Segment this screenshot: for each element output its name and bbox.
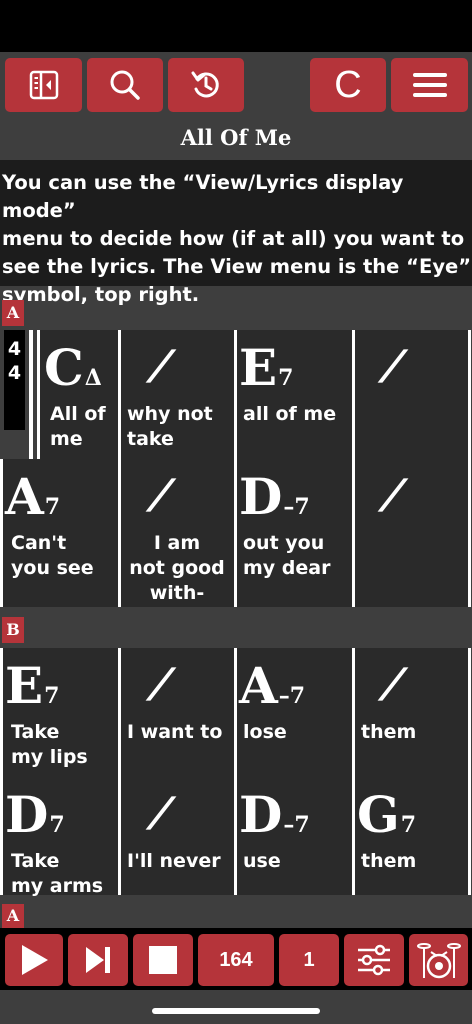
chord-row-3: E7 Take my lips ⁄ I want to A–7 lose ⁄ t… bbox=[0, 648, 472, 796]
measure[interactable]: D7 Take my arms bbox=[3, 777, 118, 897]
barline bbox=[468, 648, 471, 796]
time-signature-top: 4 bbox=[7, 338, 22, 360]
lyric-text: All of me bbox=[50, 403, 106, 450]
measure[interactable]: E7 all of me bbox=[237, 330, 352, 478]
lyric-text: use bbox=[243, 850, 281, 872]
measure[interactable]: ⁄ them bbox=[355, 648, 468, 796]
repeat-measure-icon: ⁄ bbox=[384, 660, 401, 711]
chord-symbol: D–7 bbox=[239, 467, 310, 526]
lyric-text: Take my arms bbox=[11, 850, 104, 897]
chord-row-1: 4 4 CΔ All of me ⁄ why not take E7 all o… bbox=[0, 330, 472, 478]
measure[interactable]: CΔ All of me bbox=[40, 330, 118, 478]
measure[interactable]: E7 Take my lips bbox=[3, 648, 118, 796]
lyric-text: Can't you see bbox=[11, 532, 94, 579]
lyric-text: why not take bbox=[127, 403, 213, 450]
mixer-sliders-icon bbox=[358, 944, 390, 976]
hamburger-menu-icon bbox=[412, 73, 447, 97]
song-title[interactable]: All Of Me bbox=[0, 122, 472, 154]
section-marker-b: B bbox=[2, 617, 24, 643]
home-indicator bbox=[152, 1008, 320, 1014]
barline bbox=[468, 777, 471, 895]
measure[interactable]: ⁄ bbox=[355, 459, 468, 607]
drumkit-button[interactable] bbox=[409, 934, 468, 986]
chord-symbol: E7 bbox=[5, 656, 60, 715]
play-icon bbox=[22, 945, 48, 975]
repeat-measure-icon: ⁄ bbox=[384, 342, 401, 393]
menu-button[interactable] bbox=[391, 58, 468, 112]
lyric-text: all of me bbox=[243, 403, 337, 425]
chord-symbol: D–7 bbox=[239, 785, 310, 844]
barline-double bbox=[29, 330, 33, 478]
measure[interactable]: D–7 use bbox=[237, 777, 352, 895]
app-screen: C All Of Me You can use the “View/Lyrics… bbox=[0, 52, 472, 1024]
status-bar bbox=[0, 0, 472, 52]
chord-row-4: D7 Take my arms ⁄ I'll never D–7 use G7 … bbox=[0, 777, 472, 897]
section-marker-a-2: A bbox=[2, 904, 24, 928]
lyric-text: I am not good with- bbox=[129, 532, 225, 604]
info-note: You can use the “View/Lyrics display mod… bbox=[0, 160, 472, 306]
lyric-text: them bbox=[361, 850, 417, 872]
lyric-text: I want to bbox=[127, 721, 223, 743]
chord-symbol: A–7 bbox=[239, 656, 306, 715]
key-button[interactable]: C bbox=[310, 58, 386, 112]
tempo-button[interactable]: 164 bbox=[198, 934, 274, 986]
stop-icon bbox=[149, 946, 177, 974]
sidebar-toggle-icon bbox=[29, 70, 58, 100]
time-signature-bottom: 4 bbox=[7, 362, 22, 384]
section-marker-a: A bbox=[2, 300, 24, 326]
skip-next-icon bbox=[86, 947, 110, 973]
transport-bar: 164 1 bbox=[0, 928, 472, 990]
lyric-text: them bbox=[361, 721, 417, 743]
time-signature: 4 4 bbox=[4, 330, 25, 430]
barline bbox=[468, 459, 471, 607]
lyric-text: Take my lips bbox=[11, 721, 88, 768]
key-c-icon: C bbox=[334, 63, 362, 106]
undo-icon bbox=[191, 71, 219, 98]
repeat-measure-icon: ⁄ bbox=[152, 342, 169, 393]
count-button[interactable]: 1 bbox=[279, 934, 339, 986]
chord-symbol: G7 bbox=[357, 785, 417, 844]
measure[interactable]: ⁄ bbox=[355, 330, 468, 478]
drumkit-icon bbox=[416, 943, 461, 979]
stop-button[interactable] bbox=[133, 934, 193, 986]
measure[interactable]: ⁄ I am not good with- bbox=[121, 459, 234, 607]
measure[interactable]: A–7 lose bbox=[237, 648, 352, 796]
repeat-measure-icon: ⁄ bbox=[152, 789, 169, 840]
chord-symbol: A7 bbox=[5, 467, 61, 526]
measure[interactable]: ⁄ why not take bbox=[121, 330, 234, 478]
measure[interactable]: ⁄ I'll never bbox=[121, 777, 234, 895]
lyric-text: out you my dear bbox=[243, 532, 331, 579]
chord-symbol: CΔ bbox=[44, 338, 102, 397]
measure[interactable]: A7 Can't you see bbox=[3, 459, 118, 607]
chord-symbol: D7 bbox=[5, 785, 65, 844]
barline bbox=[468, 330, 471, 478]
top-toolbar: C bbox=[0, 52, 472, 118]
measure[interactable]: G7 them bbox=[355, 777, 468, 895]
sidebar-toggle-button[interactable] bbox=[5, 58, 82, 112]
info-note-text: You can use the “View/Lyrics display mod… bbox=[2, 171, 472, 306]
repeat-measure-icon: ⁄ bbox=[152, 471, 169, 522]
measure[interactable]: ⁄ I want to bbox=[121, 648, 234, 796]
play-button[interactable] bbox=[5, 934, 63, 986]
lyric-text: I'll never bbox=[127, 850, 221, 872]
chord-symbol: E7 bbox=[239, 338, 294, 397]
chord-row-2: A7 Can't you see ⁄ I am not good with- D… bbox=[0, 459, 472, 607]
undo-button[interactable] bbox=[168, 58, 244, 112]
repeat-measure-icon: ⁄ bbox=[384, 471, 401, 522]
repeat-measure-icon: ⁄ bbox=[152, 660, 169, 711]
lyric-text: lose bbox=[243, 721, 287, 743]
search-icon bbox=[110, 70, 140, 100]
mixer-button[interactable] bbox=[344, 934, 404, 986]
measure[interactable]: D–7 out you my dear bbox=[237, 459, 352, 607]
search-button[interactable] bbox=[87, 58, 163, 112]
skip-next-button[interactable] bbox=[68, 934, 128, 986]
